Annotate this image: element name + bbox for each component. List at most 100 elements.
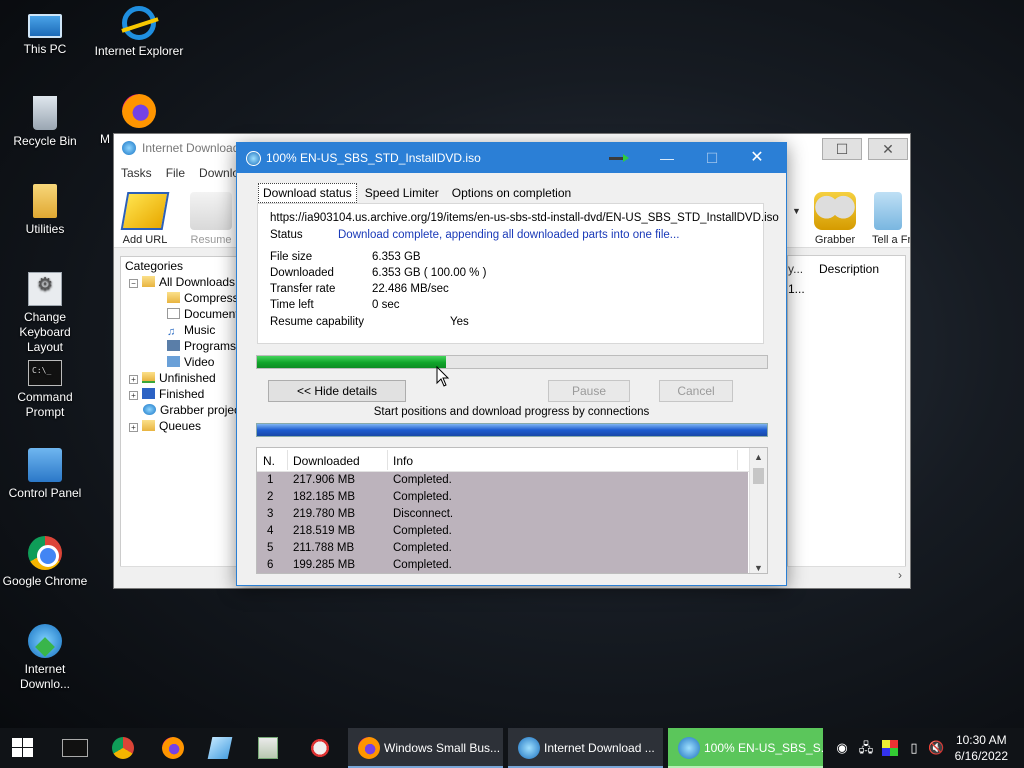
chrome-icon: [28, 536, 62, 570]
network-icon[interactable]: 🖧: [858, 740, 874, 756]
taskbar-task-download-progress[interactable]: 100% EN-US_SBS_S...: [668, 728, 823, 768]
tree-item-video[interactable]: Video: [167, 355, 214, 369]
desktop-icon-utilities[interactable]: Utilities: [0, 184, 90, 237]
main-window-title: Internet Download: [142, 141, 240, 155]
tab-options-on-completion[interactable]: Options on completion: [447, 183, 576, 203]
close-icon[interactable]: ✕: [868, 138, 908, 160]
clock-time: 10:30 AM: [955, 733, 1007, 747]
command-prompt-taskbar-icon[interactable]: [62, 739, 88, 757]
notepad-taskbar-icon[interactable]: [258, 737, 278, 759]
tree-item-documents[interactable]: Documents: [167, 307, 245, 321]
minimize-icon[interactable]: —: [647, 148, 687, 170]
idm-logo-icon: [246, 151, 261, 166]
hide-details-button[interactable]: << Hide details: [268, 380, 406, 402]
connections-table[interactable]: N. Downloaded Info 1 217.906 MB Complete…: [256, 447, 768, 574]
tab-download-status[interactable]: Download status: [258, 183, 357, 203]
resume-button[interactable]: Resume: [182, 192, 240, 246]
maximize-icon[interactable]: ☐: [822, 138, 862, 160]
field-value: 6.353 GB: [372, 251, 421, 263]
app-taskbar-icon[interactable]: [207, 737, 233, 759]
categories-panel: Categories − All Downloads Compresse Docu…: [120, 256, 245, 582]
table-row[interactable]: 3 219.780 MB Disconnect.: [257, 506, 748, 523]
desktop-icon-change-keyboard-layout[interactable]: Change Keyboard Layout: [0, 272, 90, 355]
tree-item-all-downloads[interactable]: − All Downloads: [129, 275, 235, 289]
tree-item-label: Music: [184, 323, 216, 337]
cell-n: 2: [267, 491, 274, 503]
chrome-taskbar-icon[interactable]: [112, 737, 134, 759]
table-row[interactable]: 5 211.788 MB Completed.: [257, 540, 748, 557]
tree-item-label: Finished: [159, 387, 205, 401]
scrollbar-thumb[interactable]: [753, 468, 764, 484]
scroll-down-icon[interactable]: ▼: [754, 563, 763, 573]
collapse-icon[interactable]: −: [129, 279, 138, 288]
expand-icon[interactable]: +: [129, 375, 138, 384]
taskbar-clock[interactable]: 10:30 AM 6/16/2022: [955, 732, 1008, 764]
desktop-icon-internet-explorer[interactable]: Internet Explorer: [94, 6, 184, 59]
desktop-icon-label: Google Chrome: [2, 574, 88, 588]
table-row[interactable]: 6 199.285 MB Completed.: [257, 557, 748, 573]
expand-icon[interactable]: +: [129, 423, 138, 432]
scroll-right-icon[interactable]: ›: [898, 568, 902, 582]
tree-item-compressed[interactable]: Compresse: [167, 291, 245, 305]
vertical-scrollbar[interactable]: ▲ ▼: [749, 448, 767, 573]
close-icon[interactable]: ✕: [737, 148, 777, 170]
tab-speed-limiter[interactable]: Speed Limiter: [360, 183, 444, 203]
table-row[interactable]: 4 218.519 MB Completed.: [257, 523, 748, 540]
tree-item-music[interactable]: Music: [167, 323, 215, 337]
menu-file[interactable]: File: [166, 166, 185, 180]
tree-item-finished[interactable]: + Finished: [129, 387, 204, 401]
desktop-icon-internet-download-manager[interactable]: Internet Downlo...: [0, 624, 90, 692]
taskbar-task-internet-download-manager[interactable]: Internet Download ...: [508, 728, 663, 768]
dialog-titlebar[interactable]: 100% EN-US_SBS_STD_InstallDVD.iso — ☐ ✕: [237, 143, 786, 173]
tree-item-programs[interactable]: Programs: [167, 339, 236, 353]
field-value: 6.353 GB ( 100.00 % ): [372, 267, 487, 279]
column-header-downloaded[interactable]: Downloaded: [293, 454, 360, 468]
downloaded-row: Downloaded 6.353 GB ( 100.00 % ): [270, 267, 486, 279]
tell-a-friend-button[interactable]: Tell a Fri: [866, 192, 910, 246]
column-header-partial[interactable]: y...: [788, 262, 810, 276]
desktop-icon-recycle-bin[interactable]: Recycle Bin: [0, 96, 90, 149]
task-label: 100% EN-US_SBS_S...: [704, 741, 823, 755]
expand-icon[interactable]: +: [129, 391, 138, 400]
tool-taskbar-icon[interactable]: [308, 737, 332, 759]
idm-tray-icon[interactable]: ◉: [834, 740, 850, 756]
table-row[interactable]: 1 217.906 MB Completed.: [257, 472, 748, 489]
connections-table-body: 1 217.906 MB Completed. 2 182.185 MB Com…: [257, 472, 748, 573]
tree-item-unfinished[interactable]: + Unfinished: [129, 371, 216, 385]
cell-downloaded: 219.780 MB: [293, 508, 356, 520]
download-list[interactable]: y... Description 1...: [787, 255, 906, 581]
start-button[interactable]: [12, 738, 34, 758]
scroll-up-icon[interactable]: ▲: [754, 452, 763, 462]
column-separator: [387, 450, 388, 470]
cancel-button[interactable]: Cancel: [659, 380, 733, 402]
idm-icon: [518, 737, 540, 759]
field-label: Transfer rate: [270, 283, 336, 295]
desktop-icon-google-chrome[interactable]: Google Chrome: [0, 536, 90, 589]
usb-icon[interactable]: ▯: [906, 740, 922, 756]
column-header-description[interactable]: Description: [819, 262, 879, 276]
firefox-taskbar-icon[interactable]: [162, 737, 184, 759]
file-size-row: File size 6.353 GB: [270, 251, 421, 263]
cell-n: 1: [267, 474, 274, 486]
toolbar-dropdown-arrow-icon[interactable]: ▼: [792, 206, 801, 216]
menu-tasks[interactable]: Tasks: [121, 166, 152, 180]
resume-capability-row: Resume capability Yes: [270, 316, 469, 328]
add-url-button[interactable]: Add URL: [116, 192, 174, 246]
cell-n: 5: [267, 542, 274, 554]
tree-item-grabber-projects[interactable]: Grabber projec: [143, 403, 240, 417]
menu-downloads[interactable]: Downlo: [199, 166, 239, 180]
desktop-icon-control-panel[interactable]: Control Panel: [0, 448, 90, 501]
color-tray-icon[interactable]: [882, 740, 898, 756]
grabber-button[interactable]: Grabber: [806, 192, 864, 246]
tree-item-queues[interactable]: + Queues: [129, 419, 201, 433]
column-header-info[interactable]: Info: [393, 454, 413, 468]
download-progress-dialog[interactable]: 100% EN-US_SBS_STD_InstallDVD.iso — ☐ ✕ …: [236, 142, 787, 586]
folder-icon: [33, 184, 57, 218]
pause-button[interactable]: Pause: [548, 380, 630, 402]
column-header-n[interactable]: N.: [263, 454, 275, 468]
table-row[interactable]: 2 182.185 MB Completed.: [257, 489, 748, 506]
taskbar-task-windows-small-business[interactable]: Windows Small Bus...: [348, 728, 503, 768]
desktop-icon-this-pc[interactable]: This PC: [0, 8, 90, 57]
desktop-icon-command-prompt[interactable]: Command Prompt: [0, 360, 90, 420]
volume-muted-icon[interactable]: 🔇: [928, 740, 944, 756]
